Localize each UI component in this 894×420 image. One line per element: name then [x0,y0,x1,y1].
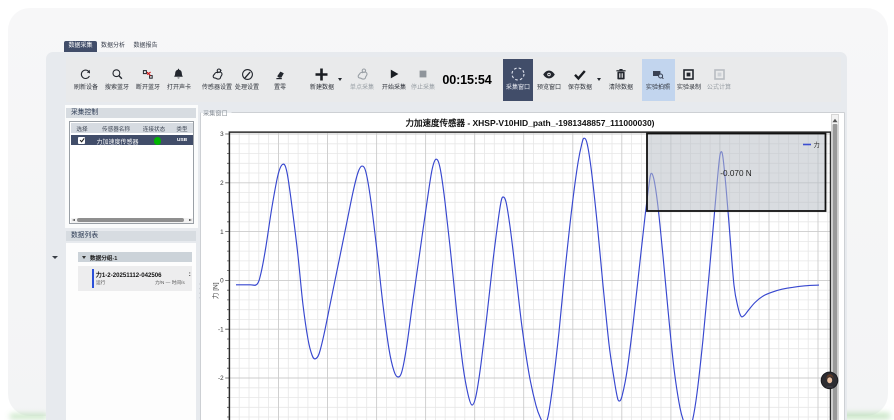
svg-text:3: 3 [220,131,224,138]
svg-text:力: 力 [814,140,820,149]
svg-text:采集窗口: 采集窗口 [203,109,228,117]
svg-text:-1: -1 [218,326,224,333]
svg-text:2: 2 [220,180,224,187]
svg-text:1: 1 [220,229,224,236]
svg-text:0: 0 [220,278,224,285]
svg-text:力 [N]: 力 [N] [211,282,220,299]
svg-text:-2: -2 [218,375,224,382]
svg-text:-0.070 N: -0.070 N [720,169,751,178]
svg-text:力加速度传感器 - XHSP-V10HID_path_-19: 力加速度传感器 - XHSP-V10HID_path_-1981348857_1… [406,118,655,128]
